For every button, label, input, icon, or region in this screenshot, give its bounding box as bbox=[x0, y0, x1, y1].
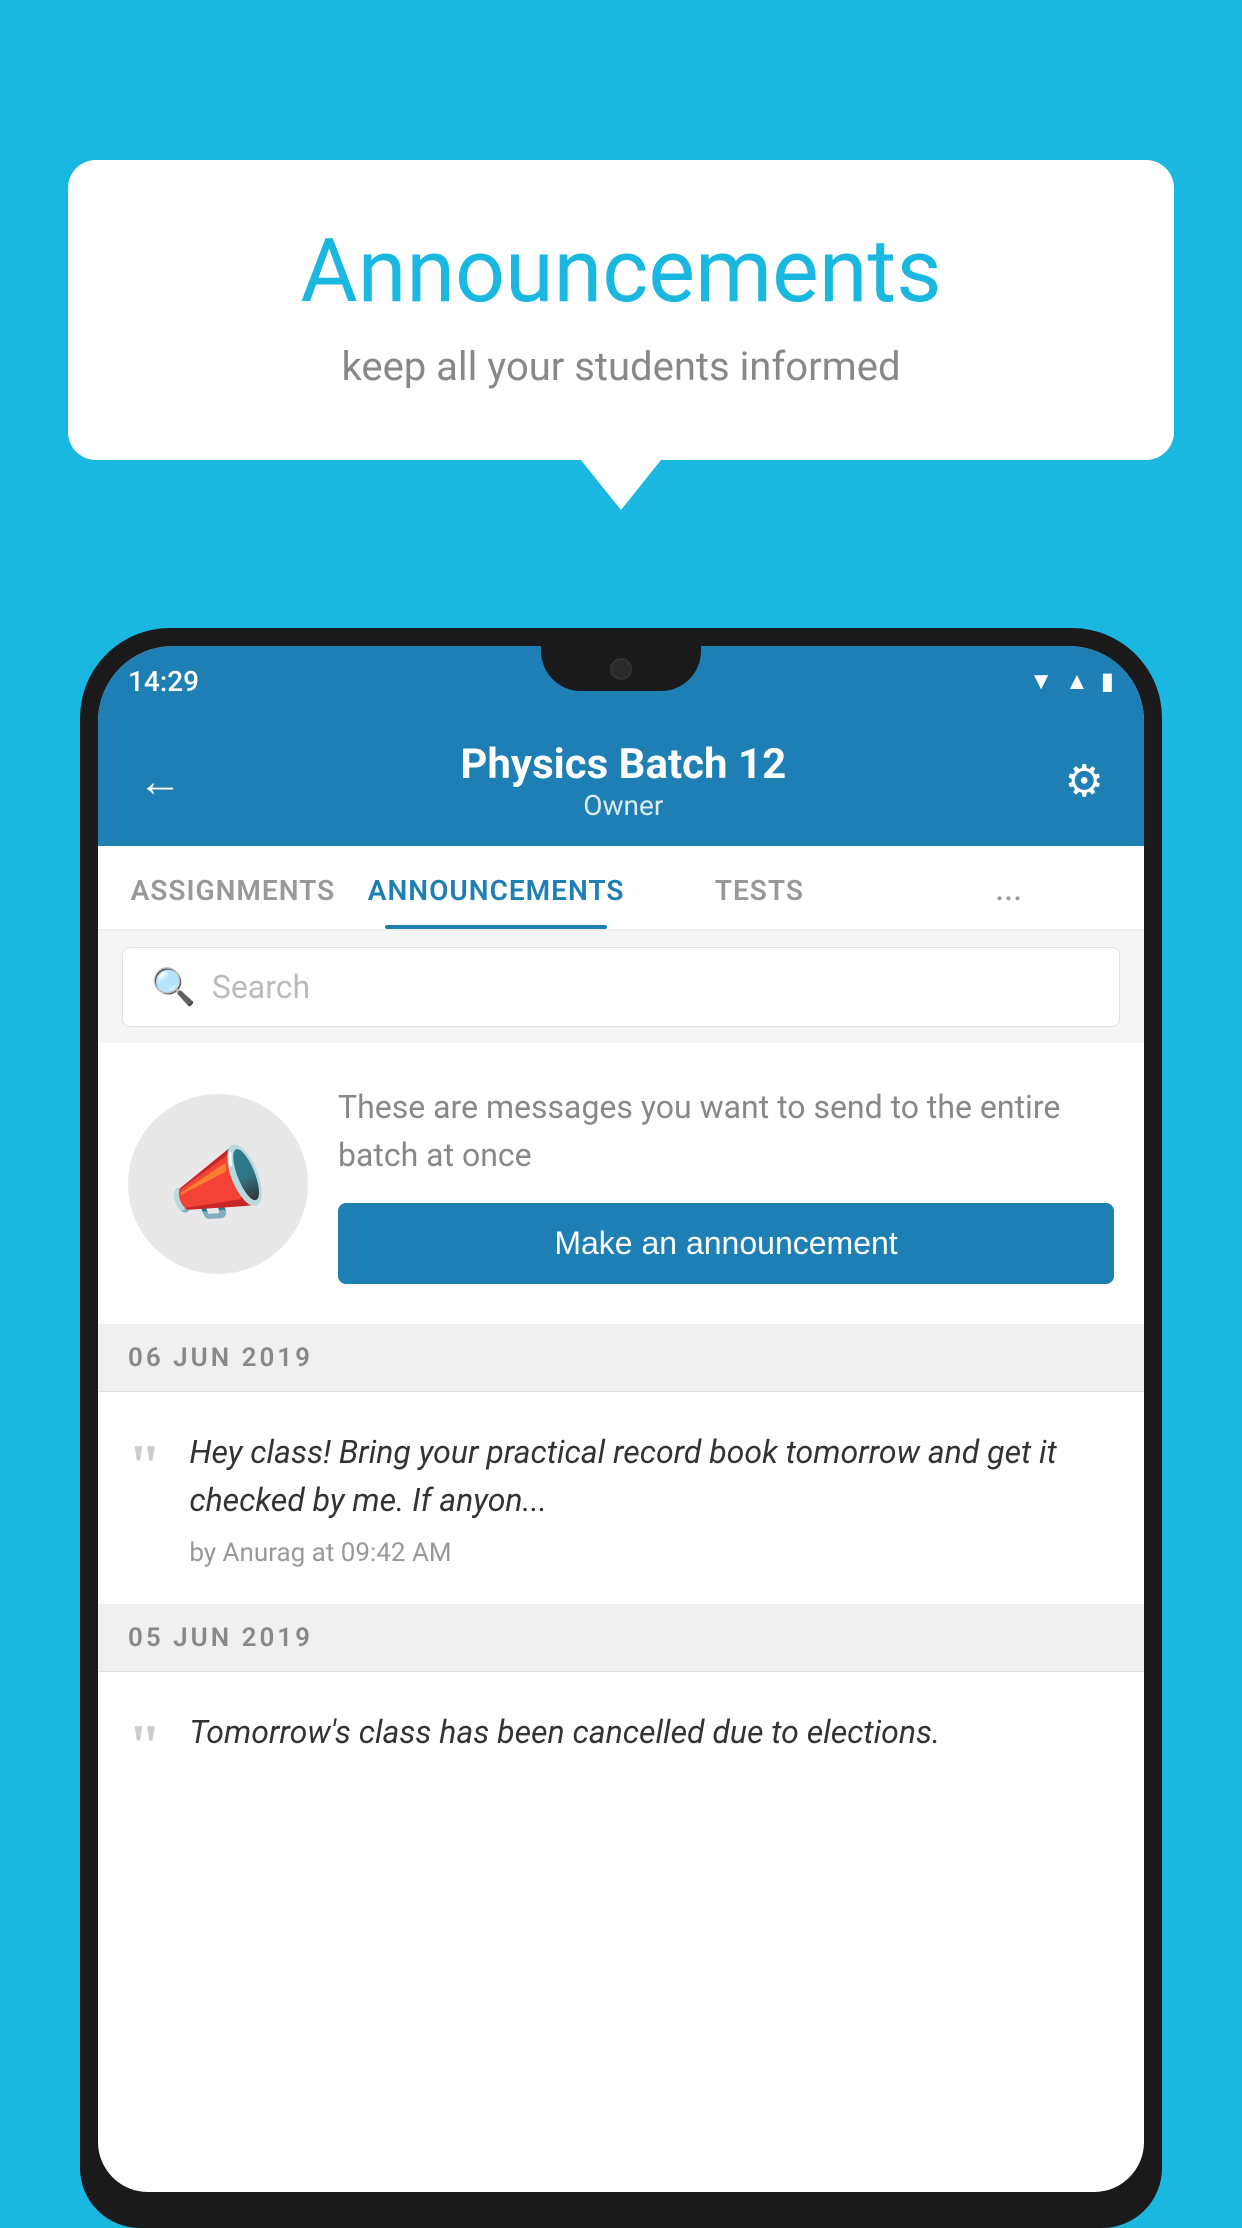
batch-title: Physics Batch 12 bbox=[460, 740, 786, 789]
search-bar-container: 🔍 Search bbox=[98, 931, 1144, 1043]
search-icon: 🔍 bbox=[151, 966, 196, 1008]
status-bar: 14:29 ▼ ▲ ▮ bbox=[98, 646, 1144, 716]
search-placeholder: Search bbox=[212, 968, 310, 1006]
tab-assignments[interactable]: ASSIGNMENTS bbox=[108, 846, 358, 929]
battery-icon: ▮ bbox=[1101, 667, 1114, 695]
speech-bubble-subtitle: keep all your students informed bbox=[148, 343, 1094, 390]
quote-icon-2: " bbox=[128, 1716, 161, 1776]
status-icons: ▼ ▲ ▮ bbox=[1029, 667, 1114, 696]
wifi-icon: ▼ bbox=[1029, 667, 1053, 696]
announcement-content-2: Tomorrow's class has been cancelled due … bbox=[189, 1708, 1114, 1770]
announcement-icon-circle: 📣 bbox=[128, 1094, 308, 1274]
announcement-item-2[interactable]: " Tomorrow's class has been cancelled du… bbox=[98, 1672, 1144, 1796]
tab-tests[interactable]: TESTS bbox=[634, 846, 884, 929]
speech-bubble: Announcements keep all your students inf… bbox=[68, 160, 1174, 460]
speech-bubble-section: Announcements keep all your students inf… bbox=[68, 160, 1174, 510]
megaphone-icon: 📣 bbox=[168, 1137, 268, 1231]
settings-icon[interactable]: ⚙ bbox=[1065, 755, 1104, 807]
make-announcement-button[interactable]: Make an announcement bbox=[338, 1203, 1114, 1284]
announcement-content-1: Hey class! Bring your practical record b… bbox=[189, 1428, 1114, 1568]
phone-screen: 14:29 ▼ ▲ ▮ ← Physics Batch 12 Owner ⚙ A… bbox=[98, 646, 1144, 2192]
app-header: ← Physics Batch 12 Owner ⚙ bbox=[98, 716, 1144, 846]
signal-icon: ▲ bbox=[1065, 667, 1089, 696]
search-bar[interactable]: 🔍 Search bbox=[122, 947, 1120, 1027]
tab-announcements[interactable]: ANNOUNCEMENTS bbox=[358, 846, 635, 929]
speech-bubble-title: Announcements bbox=[148, 220, 1094, 323]
announcement-prompt: 📣 These are messages you want to send to… bbox=[98, 1043, 1144, 1325]
speech-bubble-arrow bbox=[581, 460, 661, 510]
owner-label: Owner bbox=[460, 789, 786, 822]
date-separator-1: 06 JUN 2019 bbox=[98, 1325, 1144, 1392]
announcement-by-1: by Anurag at 09:42 AM bbox=[189, 1538, 1114, 1568]
announcement-description: These are messages you want to send to t… bbox=[338, 1083, 1114, 1179]
header-center: Physics Batch 12 Owner bbox=[460, 740, 786, 822]
phone-notch bbox=[541, 646, 701, 691]
announcement-item-1[interactable]: " Hey class! Bring your practical record… bbox=[98, 1392, 1144, 1605]
announcement-text-1: Hey class! Bring your practical record b… bbox=[189, 1428, 1114, 1524]
status-time: 14:29 bbox=[128, 665, 199, 698]
phone-frame: 14:29 ▼ ▲ ▮ ← Physics Batch 12 Owner ⚙ A… bbox=[80, 628, 1162, 2228]
tab-more[interactable]: ... bbox=[884, 846, 1134, 929]
camera bbox=[610, 658, 632, 680]
announcement-right: These are messages you want to send to t… bbox=[338, 1083, 1114, 1284]
tabs-bar: ASSIGNMENTS ANNOUNCEMENTS TESTS ... bbox=[98, 846, 1144, 931]
announcement-text-2: Tomorrow's class has been cancelled due … bbox=[189, 1708, 1114, 1756]
back-button[interactable]: ← bbox=[138, 755, 182, 807]
date-separator-2: 05 JUN 2019 bbox=[98, 1605, 1144, 1672]
quote-icon-1: " bbox=[128, 1436, 161, 1496]
